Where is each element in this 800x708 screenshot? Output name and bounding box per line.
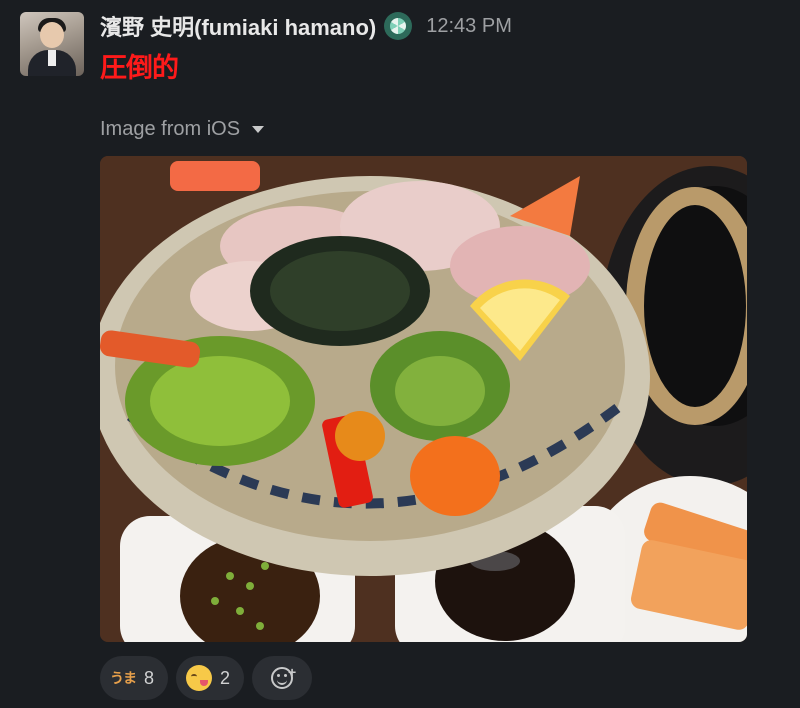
avatar[interactable] <box>20 12 84 76</box>
message-text: 圧倒的 <box>100 53 179 83</box>
umai-emoji-icon: うま <box>110 670 137 686</box>
yum-face-emoji-icon <box>186 665 213 691</box>
food-photo-illustration <box>100 156 747 642</box>
attached-image[interactable] <box>100 156 747 642</box>
status-emoji-icon[interactable] <box>384 12 413 40</box>
reactions-bar: うま 8 2 + <box>100 656 313 700</box>
reaction-umai[interactable]: うま 8 <box>100 656 169 700</box>
caret-down-icon[interactable] <box>252 126 265 133</box>
attachment-header[interactable]: Image from iOS <box>100 118 265 141</box>
reaction-yum[interactable]: 2 <box>176 656 245 700</box>
reaction-count: 8 <box>144 667 155 688</box>
timestamp[interactable]: 12:43 PM <box>426 15 512 38</box>
attachment-label: Image from iOS <box>100 118 241 140</box>
reaction-count: 2 <box>220 667 231 688</box>
message-header: 濱野 史明(fumiaki hamano) 12:43 PM <box>100 10 512 42</box>
add-reaction-button[interactable]: + <box>252 656 313 700</box>
author-name[interactable]: 濱野 史明(fumiaki hamano) <box>100 10 376 42</box>
